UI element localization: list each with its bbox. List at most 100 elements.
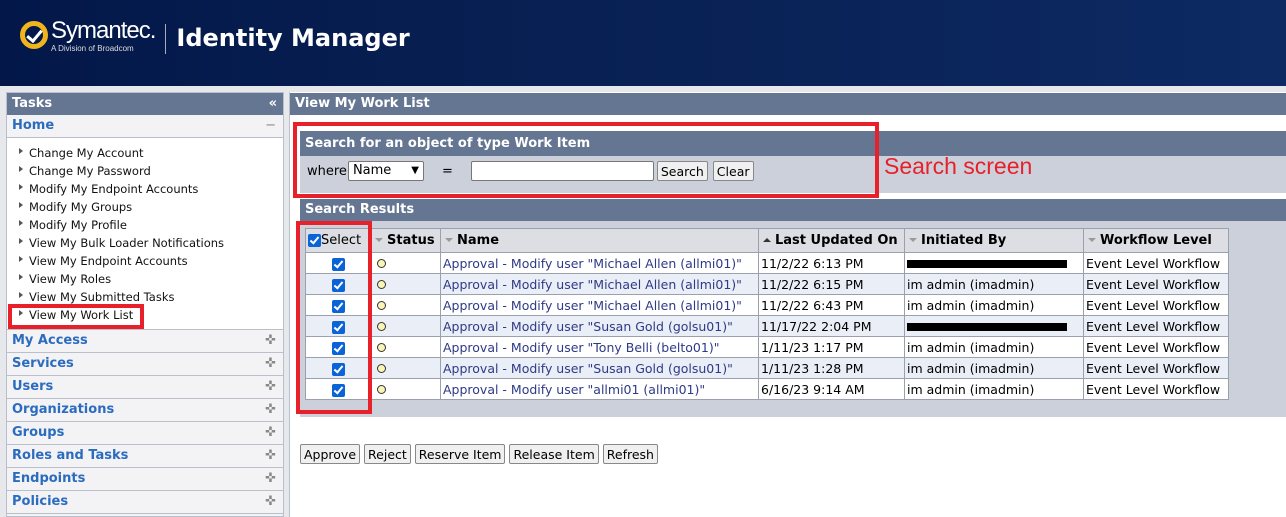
sidebar-section[interactable]: Groups ✜ bbox=[7, 422, 283, 445]
status-indicator-icon bbox=[377, 300, 386, 310]
task-link[interactable]: Modify My Endpoint Accounts bbox=[7, 180, 283, 198]
workflow-level: Event Level Workflow bbox=[1086, 318, 1221, 334]
expand-plus-icon[interactable]: ✜ bbox=[265, 376, 276, 398]
last-updated: 11/2/22 6:15 PM bbox=[761, 276, 864, 292]
column-status[interactable]: Status bbox=[370, 228, 441, 253]
status-indicator-icon bbox=[377, 363, 386, 373]
column-name[interactable]: Name bbox=[440, 228, 759, 253]
work-item-link[interactable]: Approval - Modify user "Susan Gold (gols… bbox=[443, 361, 733, 376]
table-row[interactable]: Approval - Modify user "Susan Gold (gols… bbox=[305, 357, 1229, 379]
divider bbox=[165, 24, 167, 54]
table-row[interactable]: Approval - Modify user "Michael Allen (a… bbox=[305, 273, 1229, 295]
task-label: View My Submitted Tasks bbox=[29, 290, 175, 304]
sidebar-section[interactable]: Roles and Tasks ✜ bbox=[7, 445, 283, 468]
expand-plus-icon[interactable]: ✜ bbox=[265, 445, 276, 467]
collapse-icon[interactable]: « bbox=[269, 93, 277, 115]
reserve-item-button[interactable]: Reserve Item bbox=[414, 444, 506, 464]
expand-plus-icon[interactable]: ✜ bbox=[265, 491, 276, 513]
section-label: Endpoints bbox=[12, 471, 86, 486]
sort-icon bbox=[909, 238, 917, 242]
tasks-title: Tasks bbox=[12, 96, 53, 111]
task-label: Modify My Groups bbox=[29, 200, 133, 214]
sidebar-section[interactable]: Policies ✜ bbox=[7, 491, 283, 514]
task-link[interactable]: Change My Password bbox=[7, 162, 283, 180]
last-updated: 6/16/23 9:14 AM bbox=[761, 381, 865, 397]
task-link[interactable]: Modify My Profile bbox=[7, 216, 283, 234]
task-link[interactable]: View My Roles bbox=[7, 270, 283, 288]
checkmark-logo-icon bbox=[20, 21, 48, 49]
status-indicator-icon bbox=[377, 258, 386, 268]
work-item-link[interactable]: Approval - Modify user "allmi01 (allmi01… bbox=[443, 382, 705, 397]
task-link[interactable]: View My Endpoint Accounts bbox=[7, 252, 283, 270]
work-item-link[interactable]: Approval - Modify user "Michael Allen (a… bbox=[443, 256, 742, 271]
column-workflow-level[interactable]: Workflow Level bbox=[1083, 228, 1229, 253]
sort-ascending-icon bbox=[763, 238, 771, 242]
table-row[interactable]: Approval - Modify user "allmi01 (allmi01… bbox=[305, 378, 1229, 400]
workflow-level: Event Level Workflow bbox=[1086, 339, 1221, 355]
last-updated: 11/2/22 6:13 PM bbox=[761, 255, 864, 271]
table-row[interactable]: Approval - Modify user "Michael Allen (a… bbox=[305, 252, 1229, 274]
work-item-link[interactable]: Approval - Modify user "Michael Allen (a… bbox=[443, 277, 742, 292]
approve-button[interactable]: Approve bbox=[300, 444, 361, 464]
expand-plus-icon[interactable]: ✜ bbox=[265, 330, 276, 352]
work-item-link[interactable]: Approval - Modify user "Susan Gold (gols… bbox=[443, 319, 733, 334]
task-label: Modify My Profile bbox=[29, 218, 127, 232]
collapse-minus-icon[interactable]: − bbox=[265, 115, 276, 137]
work-item-link[interactable]: Approval - Modify user "Michael Allen (a… bbox=[443, 298, 742, 313]
work-item-link[interactable]: Approval - Modify user "Tony Belli (belt… bbox=[443, 340, 719, 355]
release-item-button[interactable]: Release Item bbox=[509, 444, 599, 464]
refresh-button[interactable]: Refresh bbox=[602, 444, 658, 464]
task-label: View My Roles bbox=[29, 272, 112, 286]
tasks-header: Tasks « bbox=[7, 93, 283, 115]
expand-plus-icon[interactable]: ✜ bbox=[265, 422, 276, 444]
initiated-by: im admin (imadmin) bbox=[907, 297, 1035, 313]
task-label: View My Bulk Loader Notifications bbox=[29, 236, 225, 250]
workflow-level: Event Level Workflow bbox=[1086, 255, 1221, 271]
column-label: Name bbox=[457, 233, 500, 248]
task-link[interactable]: View My Bulk Loader Notifications bbox=[7, 234, 283, 252]
sidebar-section[interactable]: Services ✜ bbox=[7, 353, 283, 376]
sidebar-section[interactable]: Organizations ✜ bbox=[7, 399, 283, 422]
section-label: Groups bbox=[12, 425, 65, 440]
table-row[interactable]: Approval - Modify user "Michael Allen (a… bbox=[305, 294, 1229, 316]
section-label: Roles and Tasks bbox=[12, 448, 129, 463]
task-label: Change My Account bbox=[29, 146, 144, 160]
column-initiated-by[interactable]: Initiated By bbox=[904, 228, 1084, 253]
task-label: Change My Password bbox=[29, 164, 151, 178]
status-indicator-icon bbox=[377, 321, 386, 331]
section-label: Services bbox=[12, 356, 74, 371]
results-panel: Search Results Select Status Name Last U… bbox=[300, 199, 1286, 417]
task-link[interactable]: Change My Account bbox=[7, 144, 283, 162]
initiated-by: im admin (imadmin) bbox=[907, 339, 1035, 355]
status-indicator-icon bbox=[377, 279, 386, 289]
brand-sub: A Division of Broadcom bbox=[51, 44, 134, 53]
last-updated: 1/11/23 1:17 PM bbox=[761, 339, 864, 355]
expand-plus-icon[interactable]: ✜ bbox=[265, 399, 276, 421]
search-annotation: Search screen bbox=[884, 153, 1033, 179]
sidebar-section[interactable]: My Access ✜ bbox=[7, 330, 283, 353]
task-link[interactable]: Modify My Groups bbox=[7, 198, 283, 216]
section-label: Users bbox=[12, 379, 54, 394]
initiated-by: im admin (imadmin) bbox=[907, 276, 1035, 292]
app-header: Symantec. A Division of Broadcom Identity… bbox=[0, 0, 1286, 86]
app-title: Identity Manager bbox=[176, 24, 410, 52]
workflow-level: Event Level Workflow bbox=[1086, 297, 1221, 313]
table-row[interactable]: Approval - Modify user "Susan Gold (gols… bbox=[305, 315, 1229, 337]
redacted-text bbox=[907, 323, 1067, 331]
column-label: Last Updated On bbox=[775, 233, 898, 248]
sidebar-section-home[interactable]: Home − bbox=[7, 115, 283, 138]
table-row[interactable]: Approval - Modify user "Tony Belli (belt… bbox=[305, 336, 1229, 358]
workflow-level: Event Level Workflow bbox=[1086, 360, 1221, 376]
column-last-updated[interactable]: Last Updated On bbox=[758, 228, 905, 253]
page-title: View My Work List bbox=[290, 93, 1286, 115]
reject-button[interactable]: Reject bbox=[364, 444, 411, 464]
initiated-by: im admin (imadmin) bbox=[907, 381, 1035, 397]
sidebar-section[interactable]: Users ✜ bbox=[7, 376, 283, 399]
expand-plus-icon[interactable]: ✜ bbox=[265, 468, 276, 490]
sidebar-section[interactable]: Endpoints ✜ bbox=[7, 468, 283, 491]
highlight-box bbox=[8, 304, 144, 329]
expand-plus-icon[interactable]: ✜ bbox=[265, 353, 276, 375]
section-label: Policies bbox=[12, 494, 69, 509]
last-updated: 11/17/22 2:04 PM bbox=[761, 318, 872, 334]
status-indicator-icon bbox=[377, 384, 386, 394]
